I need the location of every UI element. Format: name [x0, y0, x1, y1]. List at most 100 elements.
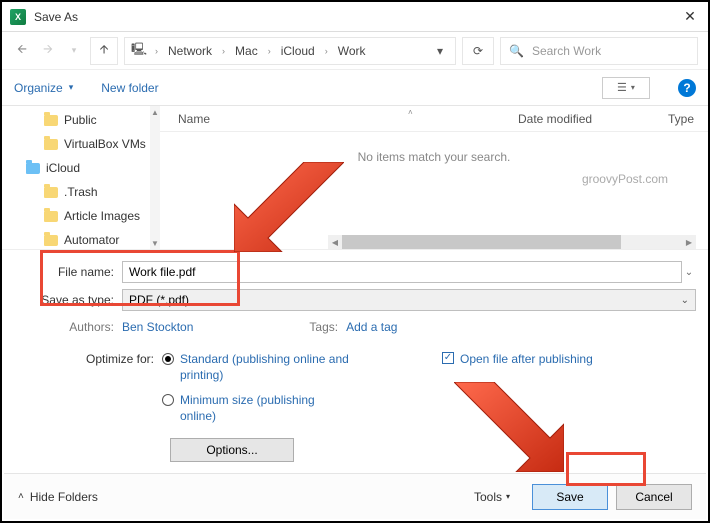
scroll-thumb[interactable] — [150, 118, 160, 237]
content-area: Public VirtualBox VMs iCloud .Trash Arti… — [2, 106, 708, 250]
excel-icon: X — [10, 9, 26, 25]
optimize-minimum-radio[interactable]: Minimum size (publishing online) — [162, 393, 350, 424]
folder-icon — [26, 163, 40, 174]
file-name-label: File name: — [14, 265, 122, 279]
tree-item[interactable]: iCloud — [2, 156, 159, 180]
chevron-down-icon: ▾ — [69, 82, 74, 93]
folder-icon — [44, 235, 58, 246]
hide-folders-label: Hide Folders — [30, 490, 98, 504]
folder-icon — [44, 139, 58, 150]
tree-item[interactable]: Public — [2, 108, 159, 132]
file-list: Name ˄ Date modified Type No items match… — [160, 106, 708, 249]
tree-item-label: VirtualBox VMs — [64, 137, 146, 151]
save-as-type-value: PDF (*.pdf) — [129, 293, 189, 307]
recent-dropdown-icon[interactable]: ▾ — [64, 41, 84, 61]
breadcrumb[interactable]: Network — [164, 42, 216, 60]
save-as-type-combo[interactable]: PDF (*.pdf) ⌄ — [122, 289, 696, 311]
scroll-right-icon[interactable]: ▶ — [682, 235, 696, 249]
tags-value[interactable]: Add a tag — [346, 320, 397, 334]
breadcrumb[interactable]: iCloud — [277, 42, 319, 60]
tree-item[interactable]: VirtualBox VMs — [2, 132, 159, 156]
hide-folders-button[interactable]: ˄ Hide Folders — [18, 490, 98, 504]
empty-message: No items match your search. — [160, 132, 708, 164]
authors-value[interactable]: Ben Stockton — [122, 320, 193, 334]
chevron-right-icon: › — [153, 46, 160, 56]
tree-item[interactable]: Automator — [2, 228, 159, 249]
radio-label: Minimum size (publishing online) — [180, 393, 350, 424]
breadcrumb[interactable]: Mac — [231, 42, 262, 60]
column-label: Name — [178, 112, 210, 126]
watermark: groovyPost.com — [582, 172, 668, 186]
address-dropdown-icon[interactable]: ▾ — [431, 44, 449, 58]
tree-item[interactable]: .Trash — [2, 180, 159, 204]
save-as-type-label: Save as type: — [14, 293, 122, 307]
column-type[interactable]: Type — [668, 112, 708, 126]
column-name[interactable]: Name — [160, 112, 408, 126]
checkbox-label: Open file after publishing — [460, 352, 593, 368]
chevron-down-icon: ▾ — [631, 83, 635, 92]
file-name-input[interactable] — [122, 261, 682, 283]
radio-icon — [162, 394, 174, 406]
filename-dropdown-icon[interactable]: ⌄ — [682, 267, 696, 278]
form-area: File name: ⌄ Save as type: PDF (*.pdf) ⌄… — [2, 250, 708, 470]
search-input[interactable]: 🔍 Search Work — [500, 37, 698, 65]
forward-icon[interactable]: 🡪 — [38, 41, 58, 61]
folder-icon — [44, 187, 58, 198]
tools-label: Tools — [474, 490, 502, 504]
tree-item-label: Article Images — [64, 209, 140, 223]
optimize-label: Optimize for: — [14, 352, 162, 366]
tree-scrollbar[interactable]: ▲ ▼ — [150, 106, 160, 249]
toolbar: Organize ▾ New folder ☰ ▾ ? — [2, 70, 708, 106]
tags-label: Tags: — [309, 320, 338, 334]
bottom-bar: ˄ Hide Folders Tools ▾ Save Cancel — [4, 473, 706, 519]
folder-icon — [44, 115, 58, 126]
address-bar[interactable]: 🖳 › Network › Mac › iCloud › Work ▾ — [124, 37, 456, 65]
scroll-left-icon[interactable]: ◀ — [328, 235, 342, 249]
tree-item[interactable]: Article Images — [2, 204, 159, 228]
checkbox-icon: ✓ — [442, 352, 454, 364]
tree-item-label: Public — [64, 113, 97, 127]
chevron-right-icon: › — [266, 46, 273, 56]
column-date[interactable]: Date modified — [518, 112, 668, 126]
chevron-up-icon: ˄ — [18, 491, 24, 502]
search-placeholder: Search Work — [532, 44, 601, 58]
radio-icon — [162, 353, 174, 365]
up-icon[interactable]: 🡩 — [90, 37, 118, 65]
sort-icon: ˄ — [408, 108, 418, 129]
breadcrumb[interactable]: Work — [334, 42, 370, 60]
tree-item-label: .Trash — [64, 185, 98, 199]
view-button[interactable]: ☰ ▾ — [602, 77, 650, 99]
authors-label: Authors: — [14, 320, 122, 334]
list-header: Name ˄ Date modified Type — [160, 106, 708, 132]
chevron-down-icon: ▾ — [506, 492, 510, 501]
open-after-checkbox[interactable]: ✓ Open file after publishing — [442, 352, 593, 368]
chevron-right-icon: › — [220, 46, 227, 56]
close-icon[interactable]: ✕ — [680, 8, 700, 25]
chevron-down-icon: ⌄ — [681, 295, 689, 306]
nav-bar: 🡨 🡪 ▾ 🡩 🖳 › Network › Mac › iCloud › Wor… — [2, 32, 708, 70]
folder-icon — [44, 211, 58, 222]
new-folder-button[interactable]: New folder — [101, 81, 158, 95]
horizontal-scrollbar[interactable]: ◀ ▶ — [328, 235, 696, 249]
optimize-standard-radio[interactable]: Standard (publishing online and printing… — [162, 352, 350, 383]
options-button[interactable]: Options... — [170, 438, 294, 462]
view-icon: ☰ — [617, 81, 627, 94]
network-icon: 🖳 — [131, 40, 147, 61]
organize-button[interactable]: Organize ▾ — [14, 81, 73, 95]
scroll-up-icon[interactable]: ▲ — [150, 106, 160, 118]
scroll-thumb[interactable] — [342, 235, 621, 249]
folder-tree[interactable]: Public VirtualBox VMs iCloud .Trash Arti… — [2, 106, 160, 249]
window-title: Save As — [34, 10, 680, 24]
search-icon: 🔍 — [509, 44, 524, 58]
chevron-right-icon: › — [323, 46, 330, 56]
help-icon[interactable]: ? — [678, 79, 696, 97]
tree-item-label: iCloud — [46, 161, 80, 175]
refresh-icon[interactable]: ⟳ — [462, 37, 494, 65]
cancel-button[interactable]: Cancel — [616, 484, 692, 510]
back-icon[interactable]: 🡨 — [12, 41, 32, 61]
tree-item-label: Automator — [64, 233, 119, 247]
scroll-down-icon[interactable]: ▼ — [150, 237, 160, 249]
save-button[interactable]: Save — [532, 484, 608, 510]
tools-button[interactable]: Tools ▾ — [474, 490, 510, 504]
title-bar: X Save As ✕ — [2, 2, 708, 32]
